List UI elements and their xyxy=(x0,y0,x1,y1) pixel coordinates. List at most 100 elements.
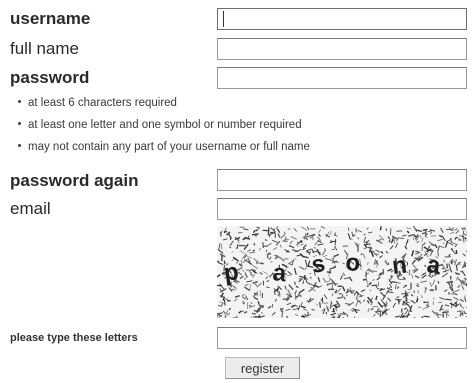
captcha-noise-stroke xyxy=(406,303,412,310)
captcha-noise-stroke xyxy=(454,289,460,292)
captcha-input[interactable] xyxy=(217,327,467,349)
email-input[interactable] xyxy=(217,198,467,220)
captcha-noise-stroke xyxy=(257,262,265,265)
password-again-label: password again xyxy=(10,171,139,190)
captcha-noise-stroke xyxy=(455,229,460,234)
captcha-noise-stroke xyxy=(267,228,270,236)
captcha-noise-stroke xyxy=(454,228,458,231)
captcha-noise-stroke xyxy=(284,285,287,290)
captcha-noise-stroke xyxy=(334,238,337,246)
captcha-noise-stroke xyxy=(402,234,407,237)
captcha-prompt-label: please type these letters xyxy=(10,332,138,344)
captcha-noise-stroke xyxy=(285,308,291,312)
captcha-noise-stroke xyxy=(364,243,371,246)
captcha-noise-stroke xyxy=(406,230,410,234)
captcha-noise-stroke xyxy=(252,294,256,298)
password-input[interactable] xyxy=(217,67,467,89)
captcha-noise-stroke xyxy=(294,313,298,317)
captcha-noise-stroke xyxy=(412,264,417,269)
captcha-noise-stroke xyxy=(256,226,260,229)
captcha-noise-stroke xyxy=(444,289,448,293)
captcha-noise-stroke xyxy=(366,300,370,304)
captcha-noise-stroke xyxy=(420,235,422,239)
captcha-noise-stroke xyxy=(309,276,312,279)
captcha-noise-stroke xyxy=(243,254,248,259)
captcha-noise-stroke xyxy=(287,295,292,299)
captcha-noise-stroke xyxy=(437,239,443,242)
captcha-noise-stroke xyxy=(357,229,363,233)
captcha-noise-stroke xyxy=(310,287,314,289)
captcha-noise-stroke xyxy=(255,229,258,232)
captcha-noise-stroke xyxy=(363,233,366,236)
captcha-noise-stroke xyxy=(253,296,259,301)
captcha-noise-stroke xyxy=(286,250,290,253)
captcha-noise-stroke xyxy=(442,242,445,244)
captcha-noise-stroke xyxy=(368,231,373,234)
captcha-noise-stroke xyxy=(334,245,338,251)
captcha-letter: a xyxy=(271,259,288,287)
captcha-noise-stroke xyxy=(457,284,461,289)
captcha-noise-stroke xyxy=(411,250,415,257)
register-button[interactable]: register xyxy=(225,357,300,379)
captcha-noise-stroke xyxy=(429,288,435,292)
captcha-noise-stroke xyxy=(265,276,268,280)
captcha-letter: s xyxy=(309,250,327,279)
captcha-noise-stroke xyxy=(450,260,453,265)
captcha-noise-stroke xyxy=(448,263,451,269)
captcha-noise-stroke xyxy=(239,275,244,280)
captcha-noise-stroke xyxy=(466,315,467,318)
captcha-noise-stroke xyxy=(343,276,351,280)
captcha-noise-stroke xyxy=(266,286,270,289)
captcha-noise-stroke xyxy=(283,231,286,235)
captcha-noise-stroke xyxy=(247,249,252,253)
captcha-noise-stroke xyxy=(370,301,373,306)
captcha-noise-stroke xyxy=(386,297,392,302)
captcha-noise-stroke xyxy=(370,307,374,311)
captcha-noise-stroke xyxy=(268,256,272,261)
captcha-noise-stroke xyxy=(440,227,444,233)
captcha-noise-stroke xyxy=(411,273,414,279)
captcha-noise-stroke xyxy=(228,307,232,311)
captcha-noise-stroke xyxy=(323,255,328,257)
captcha-noise-stroke xyxy=(222,238,228,241)
captcha-noise-stroke xyxy=(289,240,293,245)
captcha-noise-stroke xyxy=(420,280,428,283)
captcha-noise-stroke xyxy=(302,280,304,285)
captcha-noise-stroke xyxy=(288,244,295,249)
password-again-input[interactable] xyxy=(217,169,467,191)
captcha-noise-stroke xyxy=(227,233,232,239)
captcha-noise-stroke xyxy=(416,282,420,285)
captcha-noise-stroke xyxy=(318,229,322,233)
captcha-noise-stroke xyxy=(430,231,433,235)
captcha-noise-stroke xyxy=(369,289,372,292)
captcha-noise-stroke xyxy=(347,227,350,231)
captcha-noise-stroke xyxy=(217,274,221,278)
captcha-noise-stroke xyxy=(318,233,321,237)
captcha-noise-stroke xyxy=(218,304,221,307)
captcha-noise-stroke xyxy=(345,294,348,297)
captcha-noise-stroke xyxy=(456,276,459,280)
captcha-noise-stroke xyxy=(302,244,307,249)
captcha-noise-stroke xyxy=(287,228,291,230)
captcha-noise-stroke xyxy=(441,235,446,242)
captcha-noise-stroke xyxy=(421,237,424,242)
captcha-noise-stroke xyxy=(237,240,240,244)
captcha-noise-stroke xyxy=(330,230,332,236)
captcha-noise-stroke xyxy=(411,259,416,265)
captcha-noise-stroke xyxy=(355,300,359,307)
username-input[interactable] xyxy=(217,8,467,30)
captcha-noise-stroke xyxy=(279,307,283,313)
captcha-noise-stroke xyxy=(364,272,370,276)
captcha-noise-stroke xyxy=(392,302,396,308)
captcha-noise-stroke xyxy=(385,228,388,231)
captcha-noise-stroke xyxy=(318,285,323,288)
captcha-noise-stroke xyxy=(280,233,286,239)
captcha-noise-stroke xyxy=(295,285,299,289)
captcha-noise-stroke xyxy=(457,310,464,312)
captcha-noise-stroke xyxy=(338,293,342,295)
full-name-input[interactable] xyxy=(217,38,467,60)
captcha-noise-stroke xyxy=(412,226,418,233)
password-rule-text: at least 6 characters required xyxy=(28,97,177,109)
bullet-icon xyxy=(18,144,21,148)
captcha-noise-stroke xyxy=(253,257,257,261)
